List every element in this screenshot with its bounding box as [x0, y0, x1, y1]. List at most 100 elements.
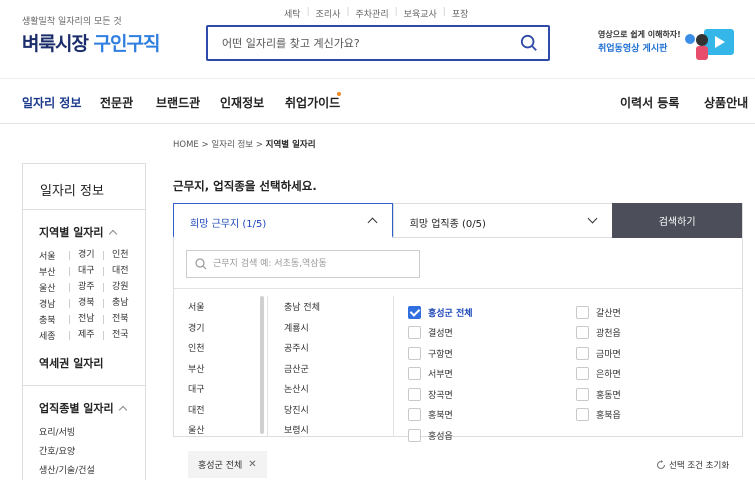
region-section-title[interactable]: 지역별 일자리: [39, 224, 145, 240]
logo-accent: 구인구직: [93, 33, 161, 55]
checkbox-icon[interactable]: [576, 367, 589, 381]
top-link-parking[interactable]: 주차관리: [350, 7, 395, 20]
tab-location[interactable]: 희망 근무지 (1/5): [173, 203, 393, 238]
region-link[interactable]: 경기: [69, 250, 103, 260]
province-item[interactable]: 서울: [188, 298, 205, 319]
reset-button[interactable]: 선택 조건 초기화: [656, 459, 729, 471]
region-link[interactable]: 경남: [39, 297, 69, 310]
job-category-link[interactable]: 간호/요양: [39, 443, 145, 462]
top-link-laundry[interactable]: 세탁: [278, 7, 307, 20]
checkbox-icon[interactable]: [576, 305, 589, 319]
main-search-input[interactable]: [208, 27, 498, 59]
region-link[interactable]: 서울: [39, 249, 69, 262]
banner-line1: 영상으로 쉽게 이해하자!: [598, 30, 681, 39]
chevron-down-icon: [587, 213, 598, 224]
city-item[interactable]: 공주시: [284, 339, 320, 360]
town-label: 광천읍: [596, 329, 621, 340]
nav-specialty[interactable]: 전문관: [100, 94, 133, 111]
town-checkbox-item[interactable]: 홍성군 전체: [408, 302, 473, 323]
town-checkbox-item[interactable]: 홍북읍: [576, 405, 621, 426]
nav-talent[interactable]: 인재정보: [220, 94, 264, 111]
town-checkbox-item[interactable]: 홍성읍: [408, 425, 473, 446]
search-button[interactable]: 검색하기: [612, 203, 742, 238]
breadcrumb-mid[interactable]: 일자리 정보: [211, 140, 253, 150]
town-checkbox-item[interactable]: 홍동면: [576, 384, 621, 405]
town-checkbox-item[interactable]: 구항면: [408, 343, 473, 364]
province-scrollbar[interactable]: [260, 296, 264, 434]
region-link[interactable]: 강원: [103, 282, 137, 292]
town-checkbox-item[interactable]: 홍북면: [408, 405, 473, 426]
town-checkbox-item[interactable]: 금마면: [576, 343, 621, 364]
video-board-banner[interactable]: 영상으로 쉽게 이해하자! 취업동영상 게시판: [598, 25, 740, 63]
nav-brand[interactable]: 브랜드관: [156, 94, 200, 111]
site-logo[interactable]: 벼룩시장 구인구직: [22, 29, 161, 56]
job-section-title[interactable]: 업직종별 일자리: [39, 400, 145, 416]
nav-resume[interactable]: 이력서 등록: [620, 94, 679, 111]
region-link[interactable]: 인천: [103, 250, 137, 260]
breadcrumb-home[interactable]: HOME: [173, 140, 199, 150]
region-link[interactable]: 전남: [69, 314, 103, 324]
checkbox-icon[interactable]: [576, 387, 589, 401]
region-link[interactable]: 경북: [69, 298, 103, 308]
nav-guide[interactable]: 취업가이드: [285, 94, 340, 111]
city-item[interactable]: 충남 전체: [284, 298, 320, 319]
region-link[interactable]: 광주: [69, 282, 103, 292]
region-link[interactable]: 전국: [103, 330, 137, 340]
checkbox-icon[interactable]: [576, 408, 589, 422]
checkbox-icon[interactable]: [408, 326, 421, 340]
banner-line2: 취업동영상 게시판: [598, 44, 668, 54]
region-link[interactable]: 세종: [39, 329, 69, 342]
city-item[interactable]: 보령시: [284, 421, 320, 442]
region-link[interactable]: 충남: [103, 298, 137, 308]
city-item[interactable]: 논산시: [284, 380, 320, 401]
province-item[interactable]: 부산: [188, 360, 205, 381]
region-link[interactable]: 부산: [39, 265, 69, 278]
checkbox-icon[interactable]: [576, 346, 589, 360]
town-checkbox-item[interactable]: 서부면: [408, 364, 473, 385]
checkbox-icon[interactable]: [408, 367, 421, 381]
city-item[interactable]: 계룡시: [284, 319, 320, 340]
city-item[interactable]: 금산군: [284, 360, 320, 381]
top-link-cook[interactable]: 조리사: [310, 7, 347, 20]
checkbox-icon[interactable]: [408, 346, 421, 360]
town-checkbox-item[interactable]: 광천읍: [576, 323, 621, 344]
province-item[interactable]: 대전: [188, 401, 205, 422]
nav-products[interactable]: 상품안내: [704, 94, 748, 111]
sidebar: 일자리 정보 지역별 일자리 서울 경기 인천 부산 대구 대전 울산 광주 강원 경남 경북 충남 충…: [22, 163, 146, 480]
town-checkbox-item[interactable]: 결성면: [408, 323, 473, 344]
region-link[interactable]: 대전: [103, 266, 137, 276]
region-link[interactable]: 제주: [69, 330, 103, 340]
city-item[interactable]: 당진시: [284, 401, 320, 422]
checkbox-icon[interactable]: [408, 428, 421, 442]
province-item[interactable]: 인천: [188, 339, 205, 360]
job-category-link[interactable]: 생산/기술/건설: [39, 462, 145, 480]
province-item[interactable]: 울산: [188, 421, 205, 442]
town-checkbox-item[interactable]: 갈산면: [576, 302, 621, 323]
region-link[interactable]: 전북: [103, 314, 137, 324]
nav-job-info[interactable]: 일자리 정보: [22, 94, 81, 111]
checkbox-icon[interactable]: [576, 326, 589, 340]
checkbox-icon[interactable]: [408, 387, 421, 401]
town-checkbox-item[interactable]: 장곡면: [408, 384, 473, 405]
area-search-input[interactable]: [187, 251, 387, 277]
town-list-left: 홍성군 전체 결성면 구항면 서부면 장곡면 홍북면 홍성읍: [408, 302, 473, 446]
region-row: 서울 경기 인천: [39, 247, 145, 263]
town-checkbox-item[interactable]: 은하면: [576, 364, 621, 385]
region-link[interactable]: 대구: [69, 266, 103, 276]
region-link[interactable]: 울산: [39, 281, 69, 294]
station-jobs-link[interactable]: 역세권 일자리: [23, 343, 145, 371]
tab-job-type[interactable]: 희망 업직종 (0/5): [392, 204, 613, 238]
close-icon[interactable]: ✕: [248, 459, 256, 470]
video-person-icon: [685, 29, 734, 60]
region-row: 경남 경북 충남: [39, 295, 145, 311]
search-icon[interactable]: [520, 34, 538, 52]
province-item[interactable]: 대구: [188, 380, 205, 401]
job-category-link[interactable]: 요리/서빙: [39, 424, 145, 443]
checkbox-checked-icon[interactable]: [408, 305, 421, 319]
top-link-packing[interactable]: 포장: [446, 7, 475, 20]
top-link-childcare[interactable]: 보육교사: [398, 7, 443, 20]
checkbox-icon[interactable]: [408, 408, 421, 422]
province-item[interactable]: 경기: [188, 319, 205, 340]
region-link[interactable]: 충북: [39, 313, 69, 326]
refresh-icon: [656, 460, 666, 470]
